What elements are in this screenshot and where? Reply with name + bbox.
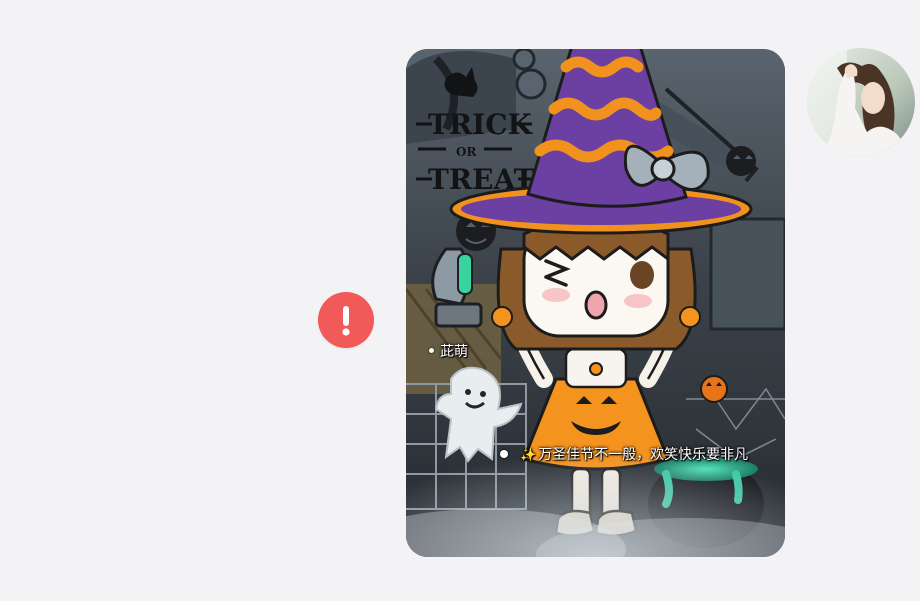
- halloween-girl-image: TRICK OR TREAT: [406, 49, 785, 557]
- bullet-dot: [500, 450, 508, 458]
- svg-text:OR: OR: [456, 145, 477, 159]
- image-message-bubble[interactable]: TRICK OR TREAT 茈萌 ✨ 万圣佳节不一般，欢笑快乐要非凡: [406, 49, 785, 557]
- send-failed-button[interactable]: [318, 292, 374, 348]
- exclamation-icon: [342, 306, 350, 336]
- avatar[interactable]: [807, 48, 915, 156]
- bullet-dot: [429, 348, 434, 353]
- avatar-photo: [807, 48, 915, 156]
- sparkle-icon: ✨: [520, 448, 537, 463]
- image-caption-greeting: ✨ 万圣佳节不一般，欢笑快乐要非凡: [500, 446, 748, 465]
- image-caption-name: 茈萌: [429, 343, 468, 361]
